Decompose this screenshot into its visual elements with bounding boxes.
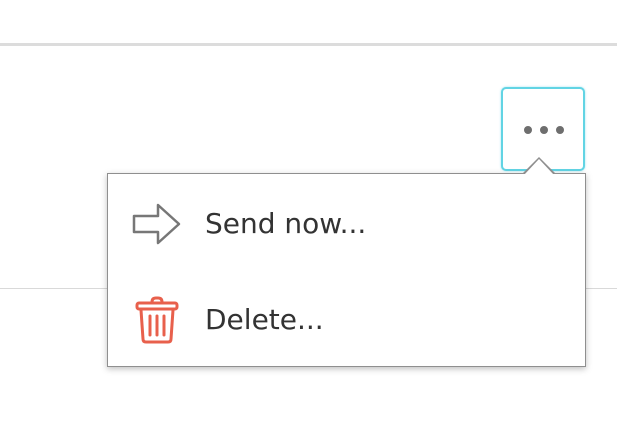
delete-menu-item[interactable]: Delete... [108, 272, 585, 368]
menu-caret-fill [524, 159, 554, 175]
delete-label: Delete... [205, 303, 324, 336]
trash-icon [135, 296, 179, 344]
arrow-right-icon [132, 203, 181, 245]
more-horizontal-icon [524, 126, 564, 134]
actions-menu: Send now... Delete... [107, 173, 586, 367]
send-now-label: Send now... [205, 207, 367, 240]
send-now-menu-item[interactable]: Send now... [108, 176, 585, 272]
top-divider [0, 43, 617, 46]
